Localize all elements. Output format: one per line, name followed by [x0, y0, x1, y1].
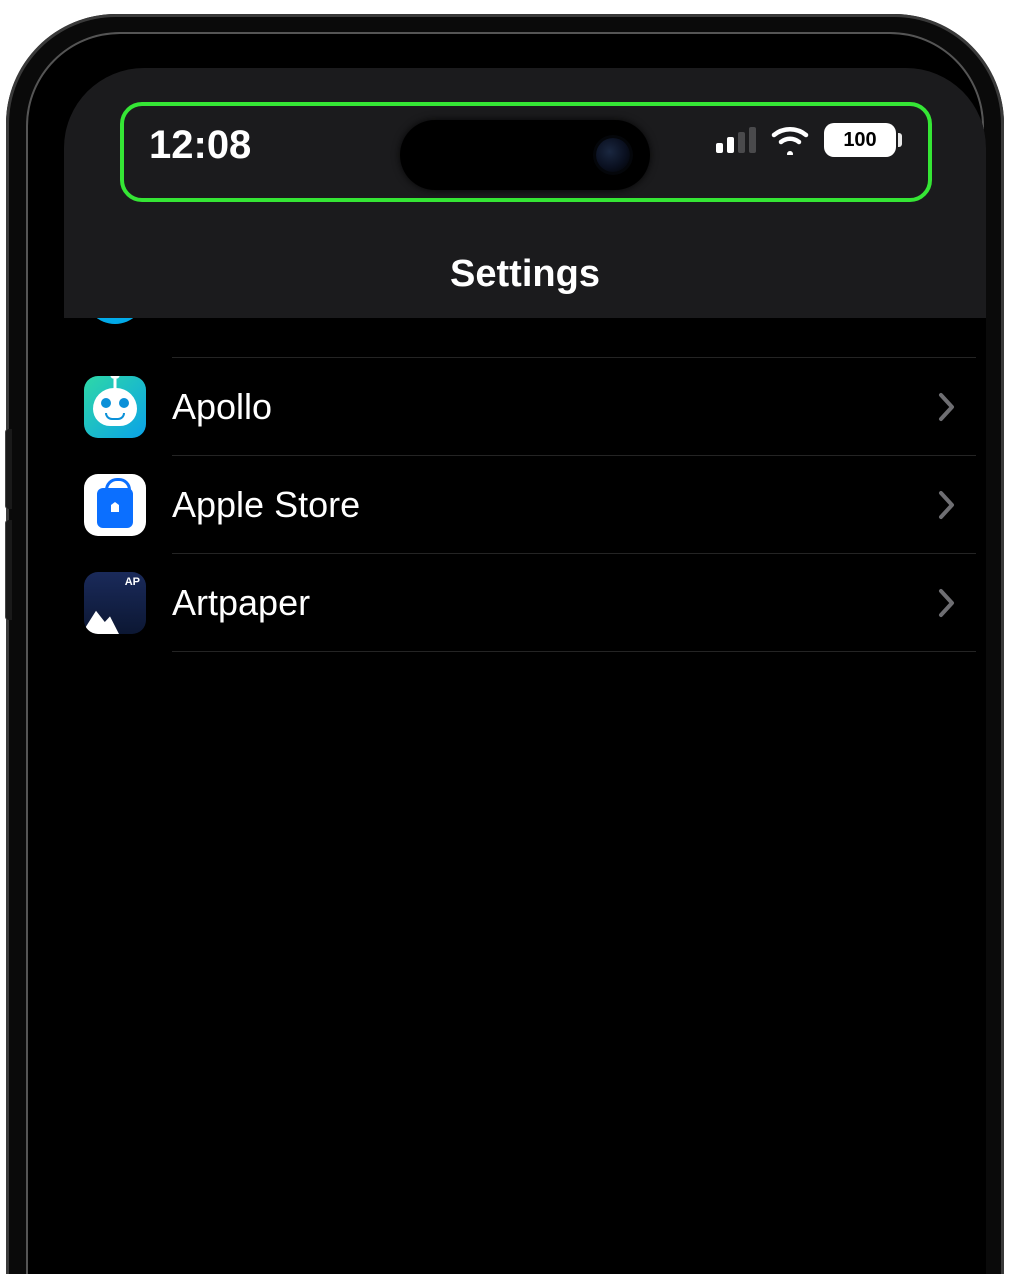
chevron-right-icon — [938, 588, 956, 618]
list-item-apollo[interactable]: Apollo — [64, 358, 986, 456]
dynamic-island[interactable] — [400, 120, 650, 190]
list-item-label: Apple Store — [172, 484, 938, 526]
chevron-right-icon — [938, 490, 956, 520]
apollo-app-icon — [84, 376, 146, 438]
status-time: 12:08 — [149, 123, 251, 168]
status-right-cluster: 100 — [716, 123, 896, 157]
chevron-right-icon — [938, 392, 956, 422]
list-item-apple-store[interactable]: Apple Store — [64, 456, 986, 554]
battery-indicator: 100 — [824, 123, 896, 157]
phone-screen: 12:08 100 — [64, 68, 986, 1274]
side-button — [6, 520, 12, 620]
status-bar[interactable]: 12:08 100 — [64, 68, 986, 208]
list-item-amazon-alexa[interactable]: Amazon Alexa — [64, 318, 986, 358]
page-title: Settings — [450, 253, 600, 296]
wifi-icon — [770, 125, 810, 155]
apple-store-app-icon — [84, 474, 146, 536]
side-button — [6, 429, 12, 509]
cellular-signal-icon — [716, 127, 756, 153]
row-separator — [172, 651, 976, 652]
settings-app-list[interactable]: Amazon Alexa Apollo — [64, 318, 986, 652]
artpaper-app-icon — [84, 572, 146, 634]
list-item-label: Artpaper — [172, 582, 938, 624]
battery-percent: 100 — [843, 129, 876, 152]
phone-device-frame: 12:08 100 — [6, 14, 1004, 1274]
list-item-label: Apollo — [172, 386, 938, 428]
phone-bezel: 12:08 100 — [26, 32, 984, 1274]
list-item-artpaper[interactable]: Artpaper — [64, 554, 986, 652]
